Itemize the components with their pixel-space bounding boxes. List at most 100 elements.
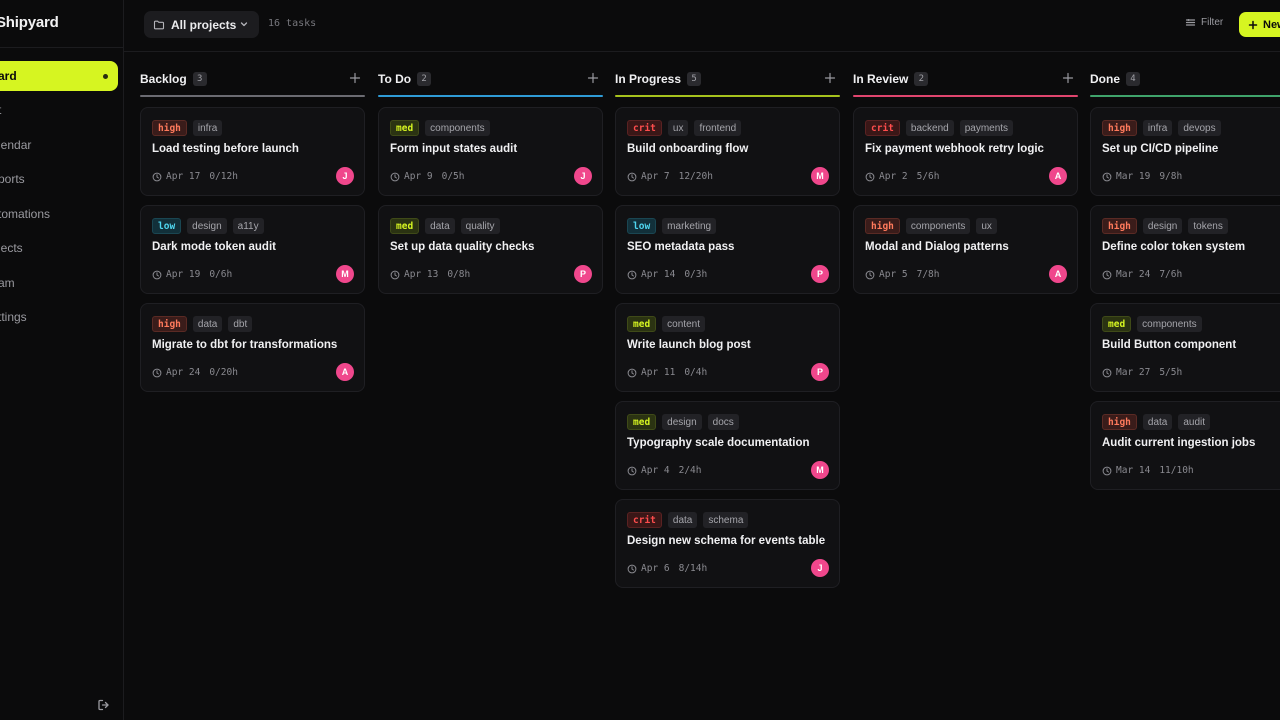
clock-icon	[1102, 270, 1112, 279]
sidebar-item-label: jects	[0, 241, 23, 255]
filter-button[interactable]: Filter	[1185, 17, 1223, 28]
card-title: Modal and Dialog patterns	[865, 241, 1009, 253]
task-card[interactable]: high data audit Audit current ingestion job…	[1090, 401, 1280, 490]
sidebar-item-label: ttings	[0, 310, 27, 324]
column-count-badge: 2	[914, 71, 929, 86]
task-card[interactable]: crit backend payments Fix payment webhook r…	[853, 107, 1078, 196]
task-card[interactable]: high components ux Modal and Dialog pattern…	[853, 205, 1078, 294]
priority-badge: high	[152, 120, 187, 136]
card-title: SEO metadata pass	[627, 241, 735, 253]
avatar: M	[811, 461, 829, 479]
new-task-label: New	[1263, 18, 1280, 31]
sidebar: Shipyard ard t lendar ports tomations jects am…	[0, 0, 124, 720]
task-card[interactable]: crit data schema Design new schema for even…	[615, 499, 840, 588]
column-count-badge: 5	[687, 71, 702, 86]
tag: data	[1142, 414, 1173, 430]
task-card[interactable]: med design docs Typography scale documentat…	[615, 401, 840, 490]
add-card-icon[interactable]	[349, 72, 361, 84]
add-card-icon[interactable]	[587, 72, 599, 84]
avatar: P	[811, 363, 829, 381]
card-title: Load testing before launch	[152, 143, 299, 155]
clock-icon	[390, 270, 400, 279]
chevron-down-icon	[240, 22, 248, 27]
add-card-icon[interactable]	[1062, 72, 1074, 84]
tag-list: high components ux	[865, 218, 997, 234]
tag: design	[1142, 218, 1183, 234]
sidebar-item-label: t	[0, 103, 1, 117]
time-estimate: 7/8h	[916, 269, 940, 280]
sidebar-item-team[interactable]: am	[0, 268, 118, 298]
card-meta: Apr 4 2/4h	[627, 465, 702, 476]
time-estimate: 0/8h	[447, 269, 471, 280]
task-card[interactable]: low marketing SEO metadata pass Apr 14 0/3h P	[615, 205, 840, 294]
sidebar-item-projects[interactable]: jects	[0, 233, 118, 263]
task-card[interactable]: high infra Load testing before launch Apr 1…	[140, 107, 365, 196]
priority-badge: med	[1102, 316, 1132, 332]
column-accent-line	[853, 95, 1078, 97]
card-meta: Apr 13 0/8h	[390, 269, 470, 280]
column-title: In Review	[853, 71, 909, 86]
card-meta: Apr 2 5/6h	[865, 171, 940, 182]
plus-icon	[1248, 20, 1258, 29]
avatar: P	[574, 265, 592, 283]
task-card[interactable]: low design a11y Dark mode token audit Apr 19…	[140, 205, 365, 294]
task-card[interactable]: high design tokens Define color token syste…	[1090, 205, 1280, 294]
card-title: Form input states audit	[390, 143, 518, 155]
column-header: In Review 2	[853, 62, 1078, 95]
priority-badge: med	[627, 316, 657, 332]
card-title: Set up data quality checks	[390, 241, 535, 253]
clock-icon	[627, 270, 637, 279]
project-select[interactable]: All projects	[144, 11, 259, 38]
card-meta: Apr 11 0/4h	[627, 367, 707, 378]
logout-icon[interactable]	[97, 698, 111, 712]
sidebar-item-board[interactable]: ard	[0, 61, 118, 91]
tag: ux	[667, 120, 689, 136]
tag: audit	[1178, 414, 1211, 430]
sidebar-item-automations[interactable]: tomations	[0, 199, 118, 229]
avatar: A	[1049, 167, 1067, 185]
due-date: Apr 6	[641, 563, 670, 574]
due-date: Apr 9	[404, 171, 433, 182]
priority-badge: crit	[627, 120, 662, 136]
task-card[interactable]: med components Build Button component Mar 2…	[1090, 303, 1280, 392]
card-title: Audit current ingestion jobs	[1102, 437, 1256, 449]
time-estimate: 9/8h	[1159, 171, 1183, 182]
sidebar-item-reports[interactable]: ports	[0, 164, 118, 194]
project-select-label: All projects	[171, 17, 237, 32]
tag-list: crit backend payments	[865, 120, 1014, 136]
task-card[interactable]: high data dbt Migrate to dbt for transforma…	[140, 303, 365, 392]
tag-list: med content	[627, 316, 705, 332]
due-date: Apr 11	[641, 367, 676, 378]
tag: data	[192, 316, 223, 332]
card-title: Set up CI/CD pipeline	[1102, 143, 1219, 155]
card-meta: Apr 5 7/8h	[865, 269, 940, 280]
task-card[interactable]: high infra devops Set up CI/CD pipeline Mar …	[1090, 107, 1280, 196]
task-card[interactable]: med components Form input states audit Apr …	[378, 107, 603, 196]
time-estimate: 0/20h	[209, 367, 238, 378]
time-estimate: 0/6h	[209, 269, 233, 280]
clock-icon	[1102, 368, 1112, 377]
task-card[interactable]: med content Write launch blog post Apr 11 0/…	[615, 303, 840, 392]
add-card-icon[interactable]	[824, 72, 836, 84]
sidebar-item-list[interactable]: t	[0, 95, 118, 125]
sidebar-item-calendar[interactable]: lendar	[0, 130, 118, 160]
tag-list: low design a11y	[152, 218, 264, 234]
tag: tokens	[1188, 218, 1228, 234]
tag: components	[425, 120, 490, 136]
card-meta: Apr 24 0/20h	[152, 367, 238, 378]
priority-badge: high	[865, 218, 900, 234]
avatar: A	[1049, 265, 1067, 283]
active-indicator-dot	[103, 74, 108, 79]
new-task-button[interactable]: New	[1239, 12, 1280, 37]
due-date: Apr 14	[641, 269, 676, 280]
column-in-progress: In Progress 5 crit ux frontend Build onboardi…	[615, 62, 840, 588]
card-meta: Mar 27 5/5h	[1102, 367, 1182, 378]
time-estimate: 5/5h	[1159, 367, 1183, 378]
task-card[interactable]: med data quality Set up data quality checks…	[378, 205, 603, 294]
task-card[interactable]: crit ux frontend Build onboarding flow Apr 7…	[615, 107, 840, 196]
sidebar-item-settings[interactable]: ttings	[0, 302, 118, 332]
tag: schema	[703, 512, 749, 528]
due-date: Mar 14	[1116, 465, 1151, 476]
tag: backend	[905, 120, 954, 136]
due-date: Apr 13	[404, 269, 439, 280]
